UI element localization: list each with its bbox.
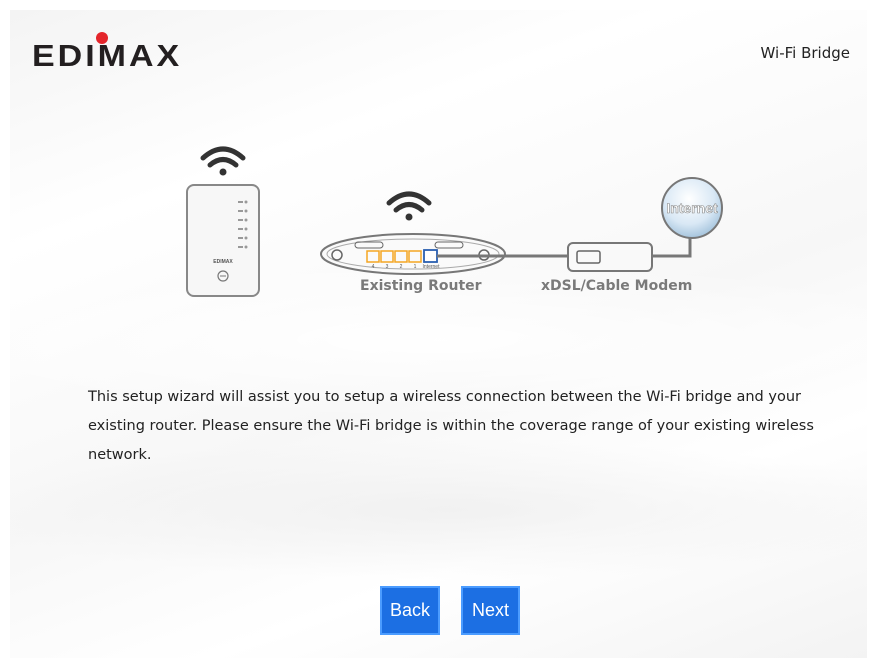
router-label: Existing Router — [360, 278, 482, 294]
wifi-icon-bridge — [200, 146, 246, 176]
internet-globe-icon: Internet — [661, 177, 723, 239]
router-port-2: 2 — [400, 264, 403, 270]
wifi-icon-router — [386, 191, 432, 221]
router-port-internet: Internet — [423, 264, 441, 270]
back-button[interactable]: Back — [380, 586, 440, 635]
router-port-1: 1 — [414, 264, 417, 270]
device-logo: EDIMAX — [213, 259, 233, 265]
modem-label: xDSL/Cable Modem — [541, 278, 693, 294]
globe-label: Internet — [666, 200, 718, 216]
cable-modem-internet — [652, 238, 692, 258]
wifi-bridge-device: EDIMAX — [186, 184, 260, 297]
router-device: 4 3 2 1 Internet — [320, 233, 506, 275]
router-port-4: 4 — [372, 264, 375, 270]
router-port-3: 3 — [386, 264, 389, 270]
next-button[interactable]: Next — [461, 586, 520, 635]
wizard-description: This setup wizard will assist you to set… — [88, 389, 814, 463]
modem-device — [567, 242, 653, 272]
